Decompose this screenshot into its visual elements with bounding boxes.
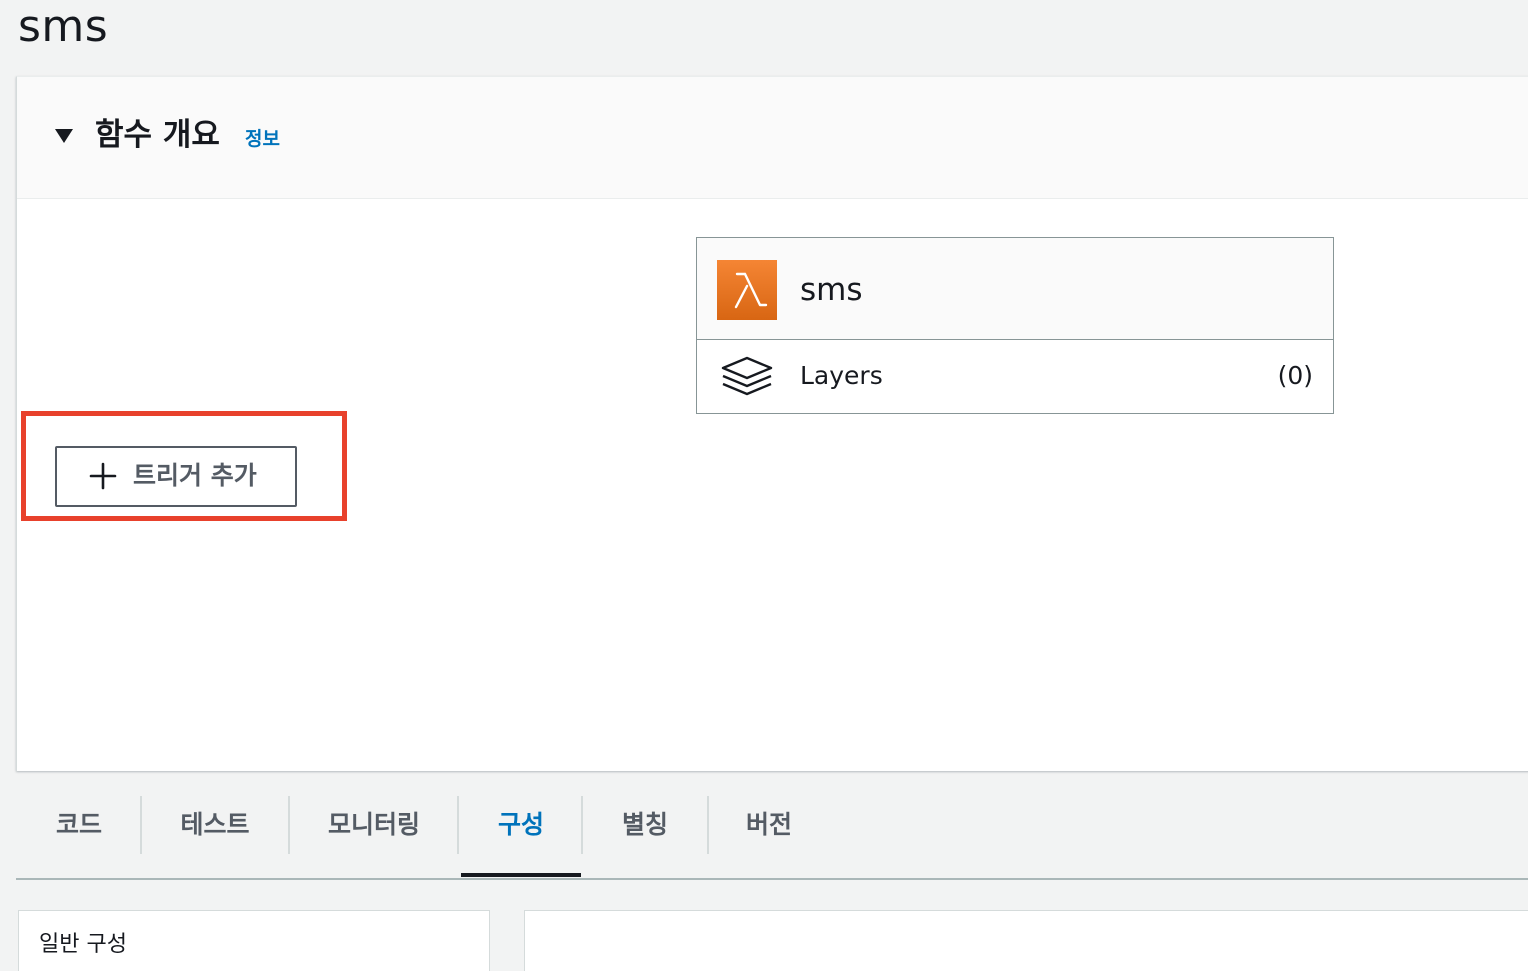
tab-divider — [288, 796, 290, 854]
tab-configuration[interactable]: 구성 — [478, 796, 564, 854]
tab-versions[interactable]: 버전 — [726, 796, 812, 854]
tab-test[interactable]: 테스트 — [162, 796, 268, 854]
add-trigger-button[interactable]: 트리거 추가 — [55, 446, 297, 507]
tab-divider — [140, 796, 142, 854]
add-trigger-label: 트리거 추가 — [133, 461, 257, 490]
general-config-nav-item[interactable]: 일반 구성 — [39, 931, 127, 959]
layers-row[interactable]: Layers (0) — [697, 340, 1333, 413]
tab-aliases[interactable]: 별칭 — [602, 796, 688, 854]
plus-icon — [89, 462, 117, 490]
collapse-caret-icon[interactable] — [55, 129, 73, 143]
function-overview-panel: 함수 개요 정보 sms Layers (0) 트리거 추가 — [16, 76, 1528, 771]
lambda-icon — [717, 260, 777, 320]
tab-bar: 코드 테스트 모니터링 구성 별칭 버전 — [16, 790, 1528, 880]
layers-count: (0) — [1277, 361, 1313, 390]
tab-monitoring[interactable]: 모니터링 — [308, 796, 440, 854]
general-config-nav-card: 일반 구성 — [18, 910, 490, 971]
info-link[interactable]: 정보 — [245, 127, 280, 151]
tab-divider — [707, 796, 709, 854]
tab-code[interactable]: 코드 — [36, 796, 122, 854]
page-title: sms — [18, 1, 109, 52]
tab-divider — [457, 796, 459, 854]
function-card: sms Layers (0) — [696, 237, 1334, 414]
function-row[interactable]: sms — [697, 238, 1333, 340]
layers-icon — [721, 356, 773, 396]
panel-header: 함수 개요 정보 — [17, 77, 1528, 199]
function-name: sms — [800, 272, 863, 308]
config-content-card — [524, 910, 1528, 971]
tab-divider — [581, 796, 583, 854]
panel-title: 함수 개요 — [95, 117, 220, 153]
layers-label: Layers — [800, 361, 883, 390]
active-tab-indicator — [461, 873, 581, 877]
